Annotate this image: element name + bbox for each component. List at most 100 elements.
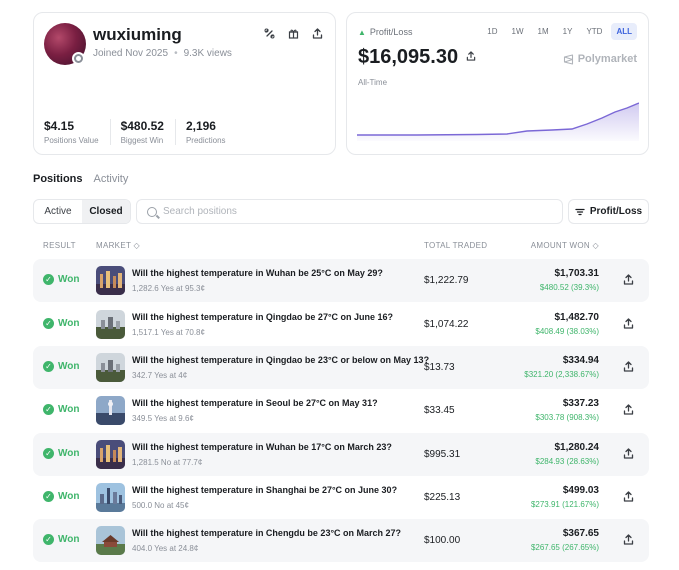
market-thumbnail [96, 310, 125, 339]
tab-positions[interactable]: Positions [33, 173, 83, 185]
share-icon[interactable] [622, 404, 634, 416]
position-detail: 1,517.1 Yes at 70.8¢ [132, 328, 205, 337]
market-question[interactable]: Will the highest temperature in Seoul be… [132, 398, 378, 408]
range-ytd[interactable]: YTD [581, 23, 607, 40]
profit-gain: $267.65 (267.65%) [530, 543, 599, 552]
range-1d[interactable]: 1D [482, 23, 502, 40]
share-icon[interactable] [622, 491, 634, 503]
market-question[interactable]: Will the highest temperature in Shanghai… [132, 485, 397, 495]
total-traded: $225.13 [424, 492, 461, 503]
polymarket-logo: Polymarket [563, 53, 637, 65]
table-header: RESULT MARKET ◇ TOTAL TRADED AMOUNT WON … [33, 239, 649, 253]
table-row[interactable]: ✓ Won Will the highest temperature in Seou… [33, 389, 649, 432]
tab-activity[interactable]: Activity [94, 173, 129, 185]
profit-loss-card: ▲ Profit/Loss $16,095.30 All-Time 1D 1W … [346, 12, 649, 155]
stat-label: Biggest Win [120, 136, 164, 145]
range-1y[interactable]: 1Y [558, 23, 578, 40]
range-all[interactable]: ALL [611, 23, 637, 40]
table-row[interactable]: ✓ Won Will the highest temperature in Qing… [33, 346, 649, 389]
result-label: Won [58, 491, 80, 502]
position-detail: 342.7 Yes at 4¢ [132, 371, 188, 380]
market-question[interactable]: Will the highest temperature in Chengdu … [132, 528, 401, 538]
amount-won: $367.65 [562, 528, 599, 539]
table-row[interactable]: ✓ Won Will the highest temperature in Shan… [33, 476, 649, 519]
pnl-amount: $16,095.30 [358, 46, 459, 68]
separator-dot: • [174, 48, 178, 59]
check-icon: ✓ [43, 404, 54, 415]
profile-meta: Joined Nov 2025 • 9.3K views [93, 48, 232, 59]
total-traded: $1,222.79 [424, 275, 469, 286]
total-traded: $13.73 [424, 362, 455, 373]
profile-tabs: Positions Activity [33, 173, 128, 185]
profile-stats: $4.15 Positions Value $480.52 Biggest Wi… [44, 119, 247, 145]
sort-toggle-icon: ◇ [592, 241, 599, 250]
check-icon: ✓ [43, 274, 54, 285]
market-question[interactable]: Will the highest temperature in Qingdao … [132, 312, 393, 322]
polymarket-icon [563, 53, 573, 65]
market-question[interactable]: Will the highest temperature in Qingdao … [132, 355, 429, 365]
profit-gain: $273.91 (121.67%) [530, 500, 599, 509]
share-icon[interactable] [622, 274, 634, 286]
filter-active[interactable]: Active [34, 200, 82, 223]
table-row[interactable]: ✓ Won Will the highest temperature in Wuha… [33, 433, 649, 476]
result-label: Won [58, 448, 80, 459]
sort-button[interactable]: Profit/Loss [568, 199, 649, 224]
result-label: Won [58, 361, 80, 372]
view-count: 9.3K views [183, 48, 232, 59]
check-icon: ✓ [43, 534, 54, 545]
pnl-label-text: Profit/Loss [369, 27, 413, 37]
result-label: Won [58, 274, 80, 285]
username: wuxiuming [93, 25, 182, 44]
position-detail: 1,282.6 Yes at 95.3¢ [132, 284, 205, 293]
position-detail: 1,281.5 No at 77.7¢ [132, 458, 203, 467]
position-status-toggle: Active Closed [33, 199, 131, 224]
share-icon[interactable] [466, 51, 476, 64]
time-range-selector: 1D 1W 1M 1Y YTD ALL [482, 23, 637, 40]
range-1m[interactable]: 1M [533, 23, 554, 40]
header-total-traded: TOTAL TRADED [424, 241, 488, 250]
sort-label: Profit/Loss [589, 206, 643, 217]
amount-won: $1,703.31 [554, 268, 600, 279]
check-icon: ✓ [43, 448, 54, 459]
search-icon [147, 206, 157, 217]
profit-gain: $321.20 (2,338.67%) [524, 370, 599, 379]
check-icon: ✓ [43, 491, 54, 502]
market-question[interactable]: Will the highest temperature in Wuhan be… [132, 442, 392, 452]
stat-predictions: 2,196 Predictions [186, 119, 237, 145]
header-market[interactable]: MARKET ◇ [96, 241, 140, 250]
total-traded: $100.00 [424, 535, 461, 546]
header-amount-won[interactable]: AMOUNT WON ◇ [531, 241, 599, 250]
gift-icon[interactable] [288, 28, 299, 39]
pnl-period: All-Time [358, 78, 388, 87]
pnl-chart [357, 102, 639, 141]
stat-biggest-win: $480.52 Biggest Win [121, 119, 176, 145]
share-icon[interactable] [312, 28, 323, 39]
table-row[interactable]: ✓ Won Will the highest temperature in Wuha… [33, 259, 649, 302]
result-label: Won [58, 404, 80, 415]
share-icon[interactable] [622, 534, 634, 546]
amount-won: $334.94 [562, 355, 599, 366]
market-thumbnail [96, 353, 125, 382]
profile-actions [264, 28, 323, 39]
total-traded: $995.31 [424, 449, 461, 460]
share-icon[interactable] [622, 448, 634, 460]
filter-closed[interactable]: Closed [82, 200, 130, 223]
link-icon[interactable] [264, 28, 275, 39]
table-row[interactable]: ✓ Won Will the highest temperature in Qing… [33, 303, 649, 346]
table-row[interactable]: ✓ Won Will the highest temperature in Chen… [33, 519, 649, 562]
brand-name: Polymarket [577, 53, 637, 65]
share-icon[interactable] [622, 318, 634, 330]
profit-gain: $284.93 (28.63%) [535, 457, 599, 466]
market-question[interactable]: Will the highest temperature in Wuhan be… [132, 268, 383, 278]
profit-gain: $408.49 (38.03%) [535, 327, 599, 336]
stat-label: Positions Value [44, 136, 99, 145]
amount-won: $1,280.24 [554, 442, 600, 453]
result-label: Won [58, 318, 80, 329]
up-triangle-icon: ▲ [358, 27, 366, 37]
search-input[interactable] [163, 206, 543, 217]
stat-label: Predictions [185, 136, 226, 145]
share-icon[interactable] [622, 361, 634, 373]
range-1w[interactable]: 1W [507, 23, 529, 40]
amount-won: $499.03 [562, 485, 599, 496]
stat-value: 2,196 [185, 119, 216, 133]
